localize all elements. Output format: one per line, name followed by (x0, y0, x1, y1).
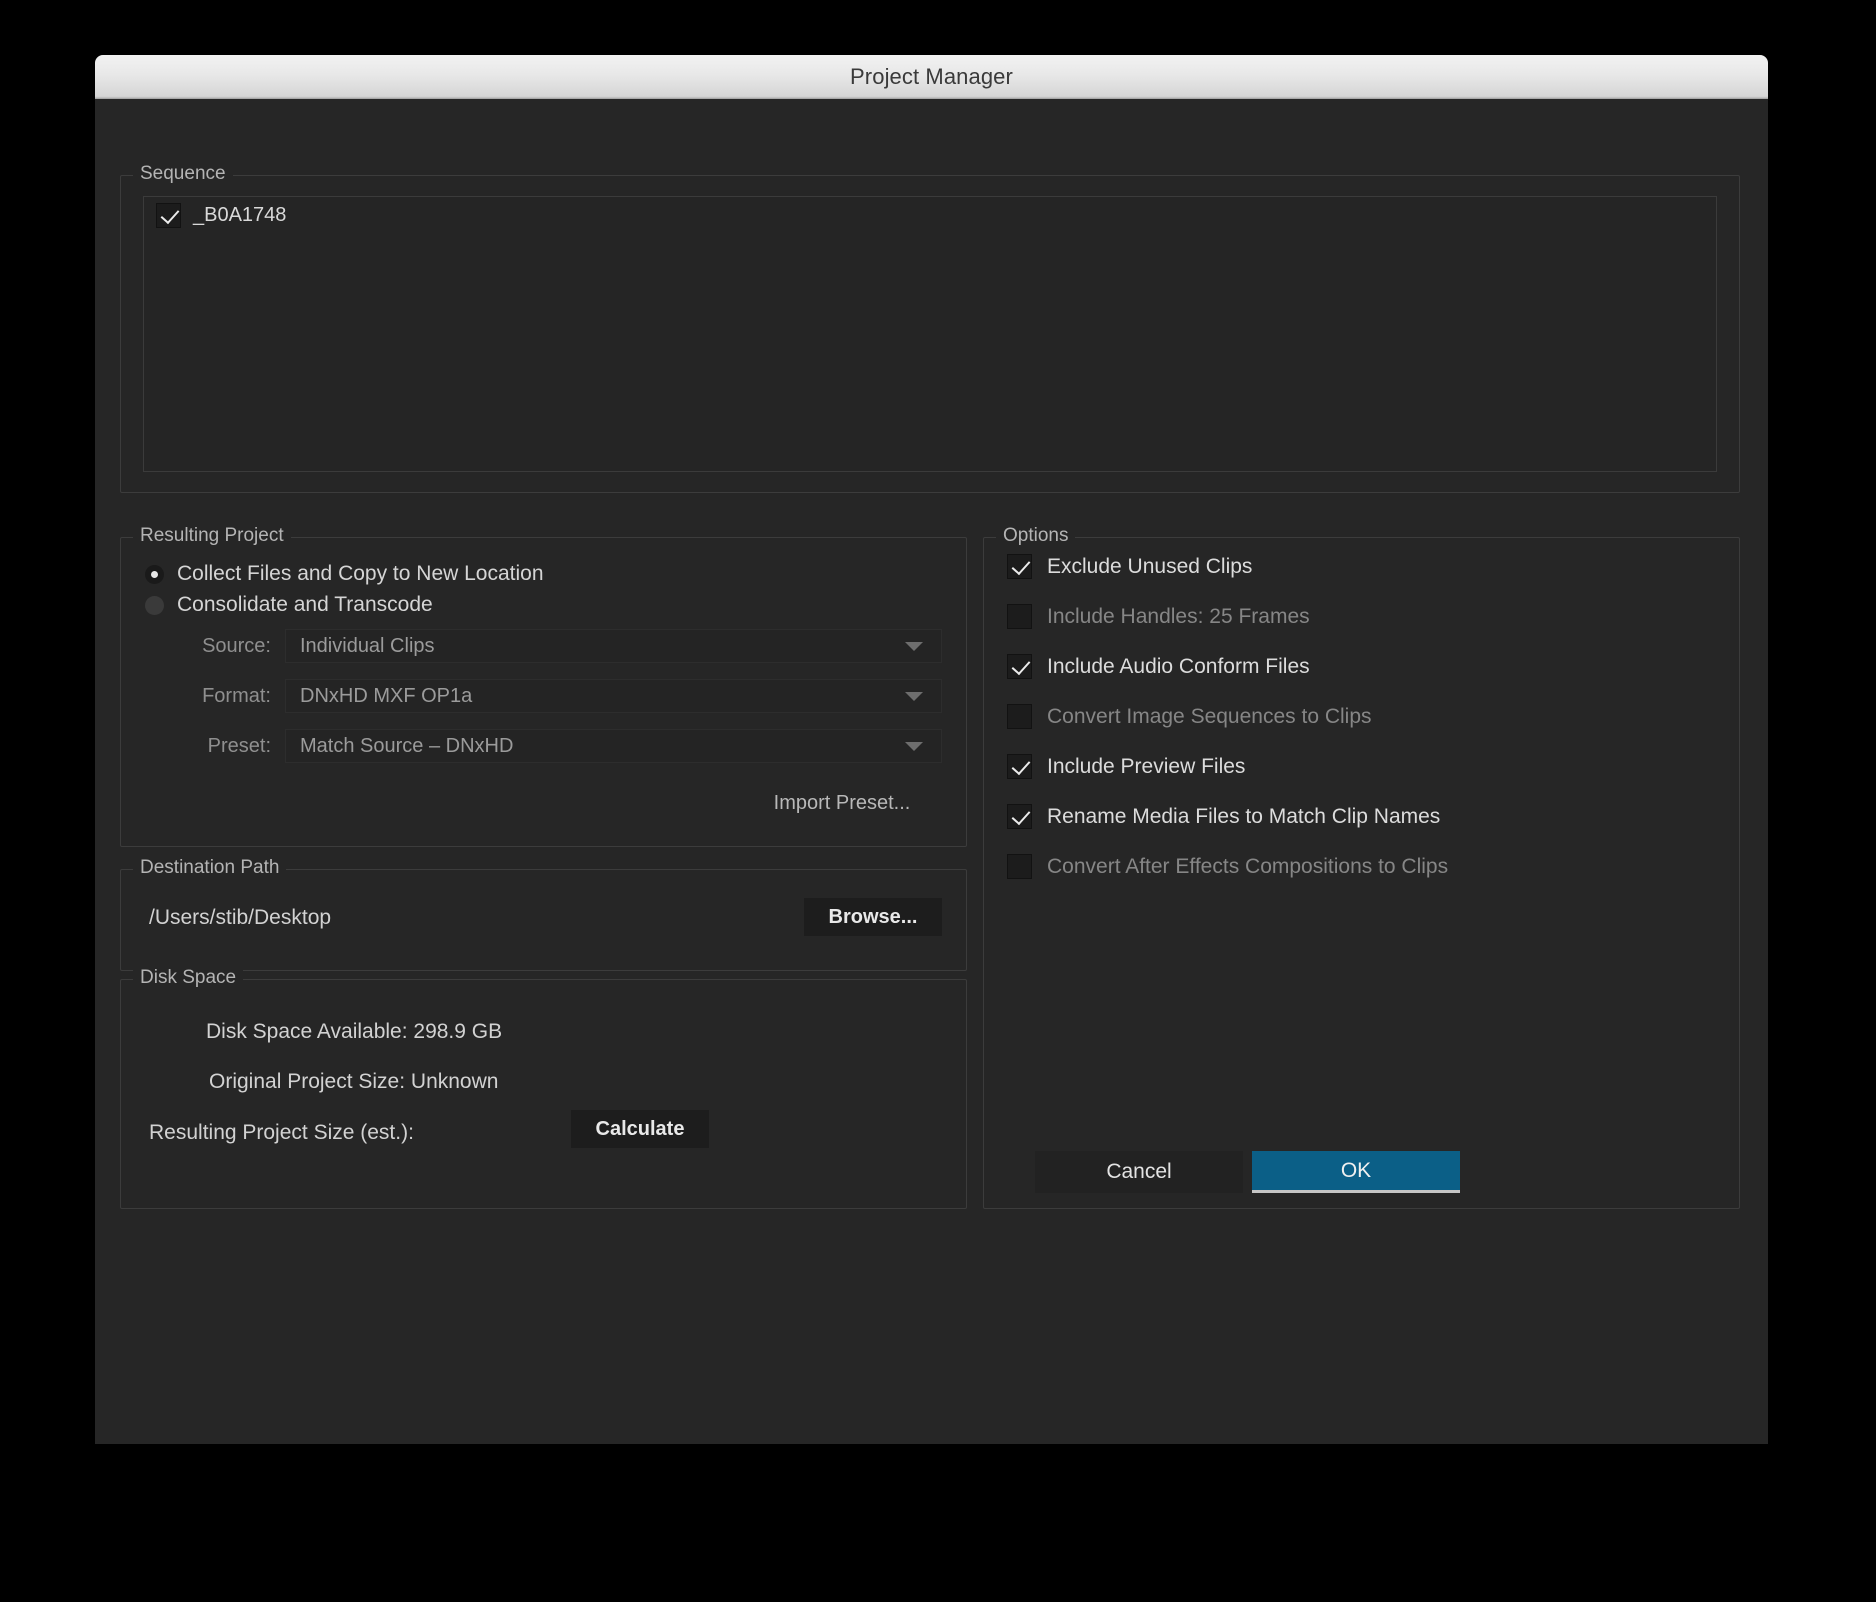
chevron-down-icon (905, 692, 923, 701)
radio-indicator-collect[interactable] (145, 564, 164, 584)
format-label: Format: (202, 684, 271, 707)
sequence-item-label: _B0A1748 (193, 203, 287, 226)
sequence-list[interactable]: _B0A1748 (143, 196, 1717, 472)
preset-select[interactable]: Match Source – DNxHD (285, 729, 942, 763)
option-include-handles[interactable]: Include Handles: 25 Frames (1007, 604, 1310, 629)
option-label-include-handles: Include Handles: 25 Frames (1047, 604, 1310, 628)
disk-space-legend: Disk Space (133, 967, 244, 989)
project-manager-dialog: Project Manager Sequence _B0A1748 Result… (95, 55, 1768, 1444)
preset-label: Preset: (207, 734, 271, 757)
calculate-button[interactable]: Calculate (571, 1110, 709, 1148)
checkbox-convert-image-sequences[interactable] (1007, 704, 1032, 729)
browse-button[interactable]: Browse... (804, 898, 942, 936)
checkbox-rename-media-files[interactable] (1007, 804, 1032, 829)
options-legend: Options (996, 525, 1076, 547)
preset-value: Match Source – DNxHD (300, 734, 514, 757)
destination-path-value: /Users/stib/Desktop (149, 906, 332, 929)
format-field-row: Format: DNxHD MXF OP1a (145, 679, 942, 713)
original-project-size: Original Project Size: Unknown (209, 1070, 499, 1093)
checkbox-include-handles[interactable] (1007, 604, 1032, 629)
radio-consolidate-transcode[interactable]: Consolidate and Transcode (145, 593, 433, 617)
option-label-exclude-unused-clips: Exclude Unused Clips (1047, 554, 1253, 578)
option-label-include-preview-files: Include Preview Files (1047, 754, 1246, 778)
destination-path-legend: Destination Path (133, 857, 287, 879)
checkbox-include-audio-conform-files[interactable] (1007, 654, 1032, 679)
option-label-convert-image-sequences: Convert Image Sequences to Clips (1047, 704, 1372, 728)
dialog-body: Sequence _B0A1748 Resulting Project Coll… (95, 99, 1768, 1444)
format-value: DNxHD MXF OP1a (300, 684, 473, 707)
disk-space-available: Disk Space Available: 298.9 GB (206, 1020, 503, 1043)
preset-field-row: Preset: Match Source – DNxHD (145, 729, 942, 763)
option-label-convert-ae-compositions: Convert After Effects Compositions to Cl… (1047, 854, 1449, 878)
source-value: Individual Clips (300, 634, 435, 657)
source-field-row: Source: Individual Clips (145, 629, 942, 663)
list-item[interactable]: _B0A1748 (144, 197, 1716, 233)
sequence-checkbox[interactable] (156, 202, 181, 228)
option-include-audio-conform-files[interactable]: Include Audio Conform Files (1007, 654, 1310, 679)
chevron-down-icon (905, 742, 923, 751)
checkbox-convert-ae-compositions[interactable] (1007, 854, 1032, 879)
import-preset-button[interactable]: Import Preset... (742, 784, 942, 822)
checkbox-exclude-unused-clips[interactable] (1007, 554, 1032, 579)
options-group: Options Exclude Unused Clips Include Han… (983, 525, 1740, 1209)
radio-label-consolidate: Consolidate and Transcode (177, 593, 433, 616)
option-convert-image-sequences[interactable]: Convert Image Sequences to Clips (1007, 704, 1372, 729)
ok-button[interactable]: OK (1252, 1151, 1460, 1193)
format-select[interactable]: DNxHD MXF OP1a (285, 679, 942, 713)
cancel-button[interactable]: Cancel (1035, 1151, 1243, 1193)
option-include-preview-files[interactable]: Include Preview Files (1007, 754, 1245, 779)
destination-path-group: Destination Path /Users/stib/Desktop Bro… (120, 857, 967, 971)
option-exclude-unused-clips[interactable]: Exclude Unused Clips (1007, 554, 1252, 579)
sequence-group: Sequence _B0A1748 (120, 163, 1740, 493)
radio-label-collect: Collect Files and Copy to New Location (177, 562, 544, 585)
dialog-titlebar: Project Manager (95, 55, 1768, 99)
sequence-legend: Sequence (133, 163, 233, 185)
resulting-project-group: Resulting Project Collect Files and Copy… (120, 525, 967, 847)
source-label: Source: (202, 634, 271, 657)
resulting-project-legend: Resulting Project (133, 525, 291, 547)
source-select[interactable]: Individual Clips (285, 629, 942, 663)
radio-indicator-consolidate[interactable] (145, 595, 164, 615)
checkbox-include-preview-files[interactable] (1007, 754, 1032, 779)
option-label-rename-media-files: Rename Media Files to Match Clip Names (1047, 804, 1441, 828)
option-rename-media-files[interactable]: Rename Media Files to Match Clip Names (1007, 804, 1440, 829)
resulting-project-size-label: Resulting Project Size (est.): (149, 1121, 414, 1144)
chevron-down-icon (905, 642, 923, 651)
disk-space-group: Disk Space Disk Space Available: 298.9 G… (120, 967, 967, 1209)
dialog-title: Project Manager (850, 63, 1013, 89)
option-convert-ae-compositions[interactable]: Convert After Effects Compositions to Cl… (1007, 854, 1448, 879)
option-label-include-audio-conform-files: Include Audio Conform Files (1047, 654, 1310, 678)
radio-collect-files[interactable]: Collect Files and Copy to New Location (145, 562, 544, 586)
